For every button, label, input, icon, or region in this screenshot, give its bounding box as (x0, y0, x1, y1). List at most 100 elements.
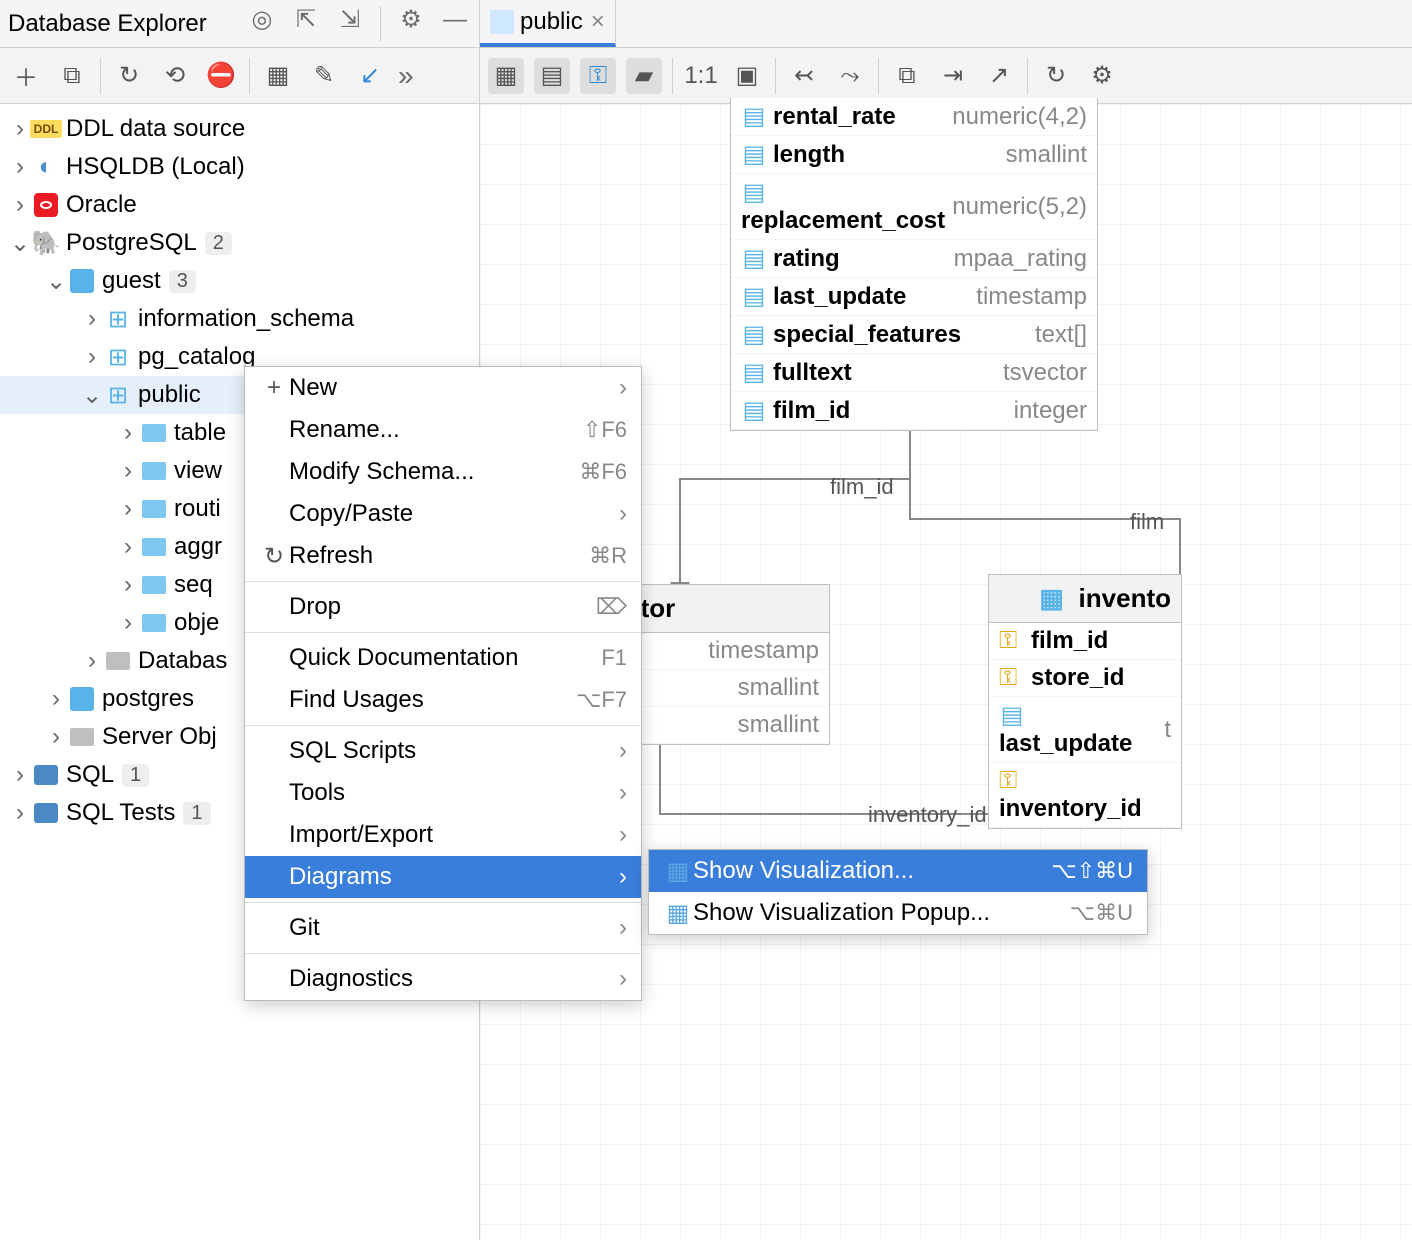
minimize-icon[interactable]: — (441, 6, 469, 34)
tree-item-guest[interactable]: ⌄ guest 3 (0, 262, 479, 300)
sync-icon[interactable]: ⟲ (157, 58, 193, 94)
column-row: ▤fulltexttsvector (731, 354, 1097, 392)
copy-icon[interactable]: ⧉ (889, 58, 925, 94)
key-icon: ⚿ (999, 767, 1025, 795)
diagram-icon: ▦ (663, 899, 693, 928)
add-icon[interactable]: ＋ (8, 58, 44, 94)
count-badge: 1 (183, 802, 210, 825)
sql-folder-icon (32, 761, 60, 789)
all-columns-icon[interactable]: ▤ (534, 58, 570, 94)
tab-public[interactable]: public × (480, 0, 616, 47)
menu-item[interactable]: Rename...⇧F6 (245, 409, 641, 451)
tree-item-postgresql[interactable]: ⌄🐘 PostgreSQL 2 (0, 224, 479, 262)
tab-label: public (520, 8, 583, 36)
menu-item[interactable]: Diagrams› (245, 856, 641, 898)
relation-label: film (1130, 509, 1164, 535)
column-row: ▤lengthsmallint (731, 136, 1097, 174)
collapse-icon[interactable]: ⇲ (336, 6, 364, 34)
column-icon: ▤ (741, 244, 767, 273)
key-icon: ⚿ (999, 627, 1025, 655)
column-row: ⚿store_id (989, 660, 1181, 697)
chevron-right-icon: › (619, 374, 627, 402)
folder-icon (68, 723, 96, 751)
route-icon[interactable]: ↢ (786, 58, 822, 94)
menu-item[interactable]: Drop⌦ (245, 586, 641, 628)
indent-icon[interactable]: ⇥ (935, 58, 971, 94)
gear-icon[interactable]: ⚙ (1084, 58, 1120, 94)
close-icon[interactable]: × (591, 8, 605, 36)
diagram-icon: ▦ (663, 857, 693, 886)
duplicate-icon[interactable]: ⧉ (54, 58, 90, 94)
folder-icon (104, 647, 132, 675)
column-icon: ▤ (999, 701, 1025, 730)
column-icon: ▤ (741, 396, 767, 425)
settings-icon[interactable]: ⚙ (397, 6, 425, 34)
jump-icon[interactable]: ↙ (352, 58, 388, 94)
menu-item[interactable]: Find Usages⌥F7 (245, 679, 641, 721)
fit-icon[interactable]: ▣ (729, 58, 765, 94)
comment-icon[interactable]: ▰ (626, 58, 662, 94)
reload-icon[interactable]: ↻ (1038, 58, 1074, 94)
entity-inventory[interactable]: ▦invento⚿film_id⚿store_id▤last_updatet⚿i… (988, 574, 1182, 829)
column-icon: ▤ (741, 140, 767, 169)
menu-item[interactable]: ↻Refresh⌘R (245, 535, 641, 577)
menu-item[interactable]: Quick DocumentationF1 (245, 637, 641, 679)
export-icon[interactable]: ↗ (981, 58, 1017, 94)
folder-icon (140, 609, 168, 637)
column-icon: ▤ (741, 358, 767, 387)
refresh-icon[interactable]: ↻ (111, 58, 147, 94)
tree-item-information-schema[interactable]: ›⊞ information_schema (0, 300, 479, 338)
column-row: ▤last_updatetimestamp (731, 278, 1097, 316)
schema-icon: ⊞ (104, 381, 132, 409)
menu-item[interactable]: ▦Show Visualization...⌥⇧⌘U (649, 850, 1147, 892)
menu-item[interactable]: +New› (245, 367, 641, 409)
menu-item[interactable]: Import/Export› (245, 814, 641, 856)
postgresql-icon: 🐘 (32, 229, 60, 257)
chevron-right-icon: › (619, 863, 627, 891)
stop-icon[interactable]: ⛔ (203, 58, 239, 94)
tree-item-ddl[interactable]: ›DDL DDL data source (0, 110, 479, 148)
sql-folder-icon (32, 799, 60, 827)
count-badge: 3 (169, 270, 196, 293)
context-menu: +New›Rename...⇧F6Modify Schema...⌘F6Copy… (244, 366, 642, 1001)
folder-icon (140, 419, 168, 447)
table-icon[interactable]: ▦ (260, 58, 296, 94)
tree-item-oracle[interactable]: › Oracle (0, 186, 479, 224)
scroll-target-icon[interactable]: ◎ (248, 6, 276, 34)
key-icon[interactable]: ⚿ (580, 58, 616, 94)
menu-item[interactable]: SQL Scripts› (245, 730, 641, 772)
column-icon: ▤ (741, 178, 767, 207)
folder-icon (140, 495, 168, 523)
column-icon: ▤ (741, 282, 767, 311)
hsqldb-icon: ◐ (32, 153, 60, 181)
column-icon: ▤ (741, 320, 767, 349)
tree-item-hsqldb[interactable]: ›◐ HSQLDB (Local) (0, 148, 479, 186)
menu-icon: + (259, 374, 289, 402)
chevron-right-icon: › (619, 821, 627, 849)
count-badge: 1 (122, 764, 149, 787)
menu-item[interactable]: Modify Schema...⌘F6 (245, 451, 641, 493)
relation-label: inventory_id (868, 802, 987, 828)
menu-item[interactable]: Copy/Paste› (245, 493, 641, 535)
schema-icon: ⊞ (104, 343, 132, 371)
onetoone-icon[interactable]: 1:1 (683, 58, 719, 94)
column-row: ▤film_idinteger (731, 392, 1097, 430)
column-row: ⚿inventory_id (989, 763, 1181, 828)
entity-film[interactable]: ▤rental_ratenumeric(4,2)▤lengthsmallint▤… (730, 98, 1098, 431)
column-row: ▤last_updatet (989, 697, 1181, 763)
column-icon: ▤ (741, 102, 767, 131)
key-columns-icon[interactable]: ▦ (488, 58, 524, 94)
column-row: ▤rental_ratenumeric(4,2) (731, 98, 1097, 136)
oracle-icon (34, 193, 58, 217)
more-icon[interactable]: » (398, 60, 414, 92)
entity-title: ▦invento (989, 575, 1181, 623)
chevron-right-icon: › (619, 779, 627, 807)
menu-item[interactable]: ▦Show Visualization Popup...⌥⌘U (649, 892, 1147, 934)
menu-item[interactable]: Git› (245, 907, 641, 949)
menu-item[interactable]: Diagnostics› (245, 958, 641, 1000)
layout-icon[interactable]: ⤳ (832, 58, 868, 94)
edit-icon[interactable]: ✎ (306, 58, 342, 94)
expand-icon[interactable]: ⇱ (292, 6, 320, 34)
menu-icon: ↻ (259, 542, 289, 571)
menu-item[interactable]: Tools› (245, 772, 641, 814)
